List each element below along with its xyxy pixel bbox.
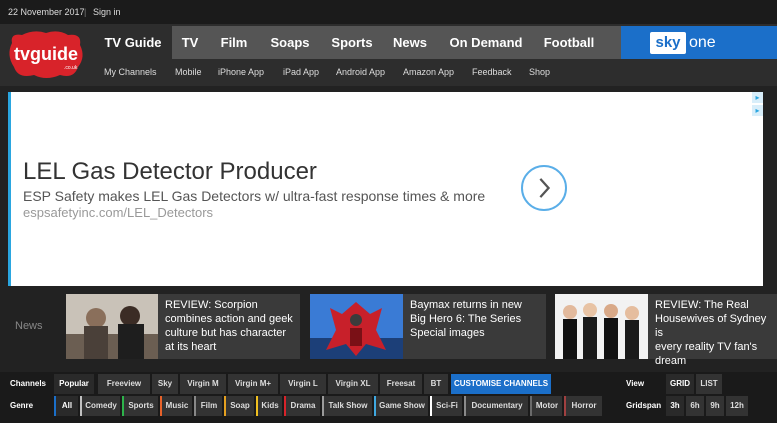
- subnav-feedback[interactable]: Feedback: [472, 67, 512, 77]
- nav-on-demand[interactable]: On Demand: [444, 26, 528, 59]
- current-date: 22 November 2017: [8, 7, 85, 17]
- channel-tab-freesat[interactable]: Freesat: [380, 374, 422, 394]
- channels-row: Channels Popular Freeview Sky Virgin M V…: [0, 374, 777, 394]
- news-headline[interactable]: REVIEW: Scorpion combines action and gee…: [165, 298, 293, 354]
- subnav-mobile[interactable]: Mobile: [175, 67, 202, 77]
- genre-sports[interactable]: Sports: [122, 396, 158, 416]
- genre-row: Genre All Comedy Sports Music Film Soap …: [0, 396, 777, 416]
- logo-domain: .co.uk: [64, 65, 78, 71]
- view-list-button[interactable]: LIST: [696, 374, 722, 394]
- genre-motor[interactable]: Motor: [530, 396, 562, 416]
- channel-tab-sky[interactable]: Sky: [152, 374, 178, 394]
- channel-tab-freeview[interactable]: Freeview: [98, 374, 150, 394]
- nav-tv[interactable]: TV: [172, 26, 208, 59]
- main-nav: TV Guide TV Film Soaps Sports News On De…: [94, 26, 622, 59]
- ad-headline[interactable]: LEL Gas Detector Producer: [23, 158, 317, 186]
- news-headline[interactable]: REVIEW: The Real Housewives of Sydney is…: [655, 298, 777, 368]
- subnav-iphone-app[interactable]: iPhone App: [218, 67, 264, 77]
- nav-sports[interactable]: Sports: [324, 26, 380, 59]
- sky-one-text: one: [689, 34, 716, 51]
- genre-documentary[interactable]: Documentary: [464, 396, 528, 416]
- nav-tv-guide[interactable]: TV Guide: [94, 26, 172, 59]
- news-item[interactable]: Baymax returns in new Big Hero 6: The Se…: [310, 294, 546, 359]
- genre-comedy[interactable]: Comedy: [80, 396, 120, 416]
- logo-text: tvguide: [14, 44, 78, 64]
- channel-tab-virgin-xl[interactable]: Virgin XL: [328, 374, 378, 394]
- news-thumbnail[interactable]: [310, 294, 403, 359]
- genre-all[interactable]: All: [54, 396, 78, 416]
- subnav-shop[interactable]: Shop: [529, 67, 550, 77]
- news-item[interactable]: REVIEW: The Real Housewives of Sydney is…: [555, 294, 777, 367]
- news-label: News: [15, 320, 43, 332]
- channel-tab-virgin-m-plus[interactable]: Virgin M+: [228, 374, 278, 394]
- channels-label: Channels: [10, 379, 47, 388]
- advertisement[interactable]: ▸ ▸ LEL Gas Detector Producer ESP Safety…: [8, 92, 763, 286]
- genre-music[interactable]: Music: [160, 396, 192, 416]
- channel-tab-bt[interactable]: BT: [424, 374, 448, 394]
- news-headline[interactable]: Baymax returns in new Big Hero 6: The Se…: [410, 298, 522, 340]
- ad-close-icon[interactable]: ▸: [752, 105, 763, 116]
- subnav-my-channels[interactable]: My Channels: [104, 67, 157, 77]
- gridspan-9h[interactable]: 9h: [706, 396, 724, 416]
- genre-drama[interactable]: Drama: [284, 396, 320, 416]
- customise-channels-button[interactable]: CUSTOMISE CHANNELS: [451, 374, 551, 394]
- genre-game-show[interactable]: Game Show: [374, 396, 428, 416]
- nav-film[interactable]: Film: [212, 26, 256, 59]
- tvguide-logo[interactable]: tvguide .co.uk: [6, 27, 86, 83]
- sky-logo: sky: [650, 32, 686, 54]
- genre-kids[interactable]: Kids: [256, 396, 282, 416]
- ad-url[interactable]: espsafetyinc.com/LEL_Detectors: [23, 205, 213, 220]
- view-label: View: [626, 379, 645, 388]
- gridspan-label: Gridspan: [626, 401, 662, 410]
- separator: |: [84, 7, 87, 17]
- subnav-android-app[interactable]: Android App: [336, 67, 385, 77]
- ad-chevron-right-icon[interactable]: [521, 165, 567, 211]
- genre-soap[interactable]: Soap: [224, 396, 254, 416]
- top-bar: 22 November 2017 | Sign in: [0, 0, 777, 24]
- sign-in-link[interactable]: Sign in: [93, 7, 121, 17]
- channel-filter-bar: Channels Popular Freeview Sky Virgin M V…: [0, 372, 777, 423]
- view-grid-button[interactable]: GRID: [666, 374, 694, 394]
- genre-label: Genre: [10, 401, 34, 410]
- news-item[interactable]: REVIEW: Scorpion combines action and gee…: [66, 294, 300, 359]
- genre-horror[interactable]: Horror: [564, 396, 602, 416]
- genre-film[interactable]: Film: [194, 396, 222, 416]
- site-header: tvguide .co.uk TV Guide TV Film Soaps Sp…: [0, 24, 777, 86]
- nav-news[interactable]: News: [386, 26, 434, 59]
- subnav-ipad-app[interactable]: iPad App: [283, 67, 319, 77]
- channel-tab-virgin-l[interactable]: Virgin L: [280, 374, 326, 394]
- subnav-amazon-app[interactable]: Amazon App: [403, 67, 454, 77]
- gridspan-3h[interactable]: 3h: [666, 396, 684, 416]
- news-thumbnail[interactable]: [66, 294, 158, 359]
- sky-one-banner[interactable]: sky one: [621, 26, 777, 59]
- nav-soaps[interactable]: Soaps: [262, 26, 318, 59]
- channel-tab-popular[interactable]: Popular: [54, 374, 94, 394]
- ad-choices-icon[interactable]: ▸: [752, 92, 763, 103]
- gridspan-6h[interactable]: 6h: [686, 396, 704, 416]
- genre-sci-fi[interactable]: Sci-Fi: [430, 396, 462, 416]
- gridspan-12h[interactable]: 12h: [726, 396, 748, 416]
- news-thumbnail[interactable]: [555, 294, 648, 359]
- nav-football[interactable]: Football: [536, 26, 602, 59]
- channel-tab-virgin-m[interactable]: Virgin M: [180, 374, 226, 394]
- genre-talk-show[interactable]: Talk Show: [322, 396, 372, 416]
- ad-description: ESP Safety makes LEL Gas Detectors w/ ul…: [23, 188, 486, 204]
